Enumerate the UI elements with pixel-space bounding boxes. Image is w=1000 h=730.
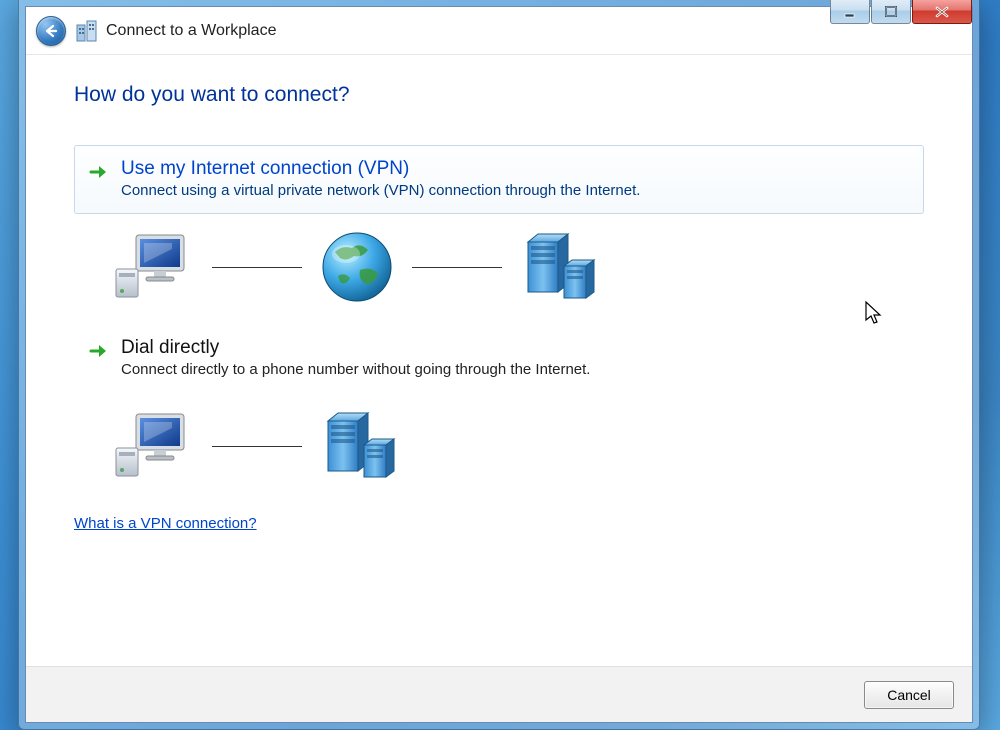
option-desc: Connect directly to a phone number witho…	[121, 361, 909, 378]
workplace-buildings-icon	[76, 19, 96, 43]
close-button[interactable]	[912, 0, 972, 24]
client-area: Connect to a Workplace How do you want t…	[25, 6, 973, 723]
connection-line	[412, 267, 502, 268]
page-heading: How do you want to connect?	[74, 83, 924, 107]
wizard-content: How do you want to connect? Use my Inter…	[26, 55, 972, 666]
wizard-window: Connect to a Workplace How do you want t…	[18, 0, 980, 730]
option-title: Dial directly	[121, 337, 909, 359]
window-controls	[830, 0, 972, 24]
globe-icon	[320, 230, 394, 304]
minimize-button[interactable]	[830, 0, 870, 24]
computer-icon	[114, 412, 194, 480]
option-dial[interactable]: Dial directly Connect directly to a phon…	[74, 324, 924, 393]
computer-icon	[114, 233, 194, 301]
back-button[interactable]	[36, 16, 66, 46]
cancel-label: Cancel	[887, 687, 931, 703]
help-link-vpn[interactable]: What is a VPN connection?	[74, 515, 257, 532]
arrow-right-icon	[89, 337, 109, 364]
cancel-button[interactable]: Cancel	[864, 681, 954, 709]
back-arrow-icon	[42, 22, 60, 40]
option-desc: Connect using a virtual private network …	[121, 182, 909, 199]
option-vpn[interactable]: Use my Internet connection (VPN) Connect…	[74, 145, 924, 214]
option-title: Use my Internet connection (VPN)	[121, 158, 909, 180]
wizard-footer: Cancel	[26, 666, 972, 722]
server-icon	[520, 230, 594, 304]
connection-line	[212, 446, 302, 447]
arrow-right-icon	[89, 158, 109, 185]
vpn-diagram	[74, 218, 924, 324]
maximize-button[interactable]	[871, 0, 911, 24]
wizard-title: Connect to a Workplace	[106, 22, 276, 40]
connection-line	[212, 267, 302, 268]
dial-diagram	[74, 397, 924, 503]
server-icon	[320, 409, 394, 483]
